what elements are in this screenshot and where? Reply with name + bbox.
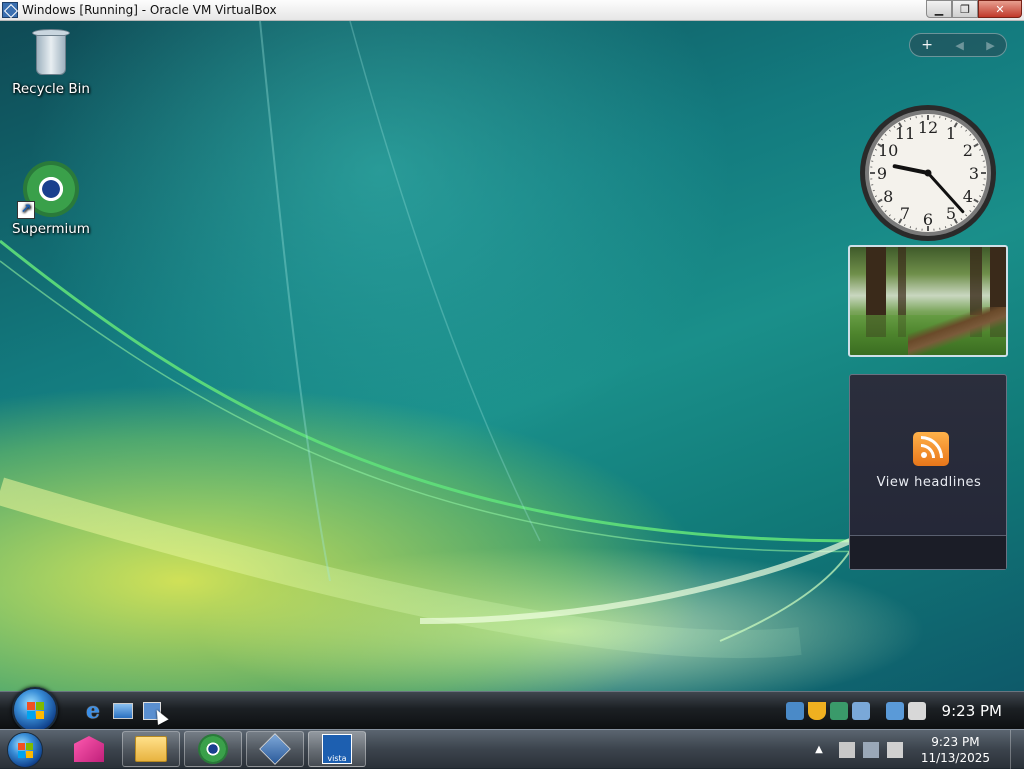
supermium-browser-icon: ↗: [23, 161, 79, 217]
start-button[interactable]: [12, 687, 58, 733]
vista-vm-icon: vista: [322, 734, 352, 764]
clock-pivot: [925, 170, 932, 177]
clock-numeral: 9: [877, 164, 887, 183]
taskbar-app-virtualbox[interactable]: [246, 731, 304, 767]
guest-clock[interactable]: 9:23 PM: [942, 702, 1002, 720]
host-system-tray: ▲ 9:23 PM 11/13/2025: [815, 730, 1024, 769]
taskbar-app-vista-vm[interactable]: vista: [308, 731, 366, 767]
clock-numeral: 2: [963, 141, 973, 160]
vm-window-titlebar[interactable]: Windows [Running] - Oracle VM VirtualBox…: [0, 0, 1024, 21]
rss-icon: [913, 432, 949, 466]
host-clock-time: 9:23 PM: [921, 734, 990, 750]
feed-footer: [850, 535, 1006, 569]
clock-numeral: 12: [918, 118, 938, 137]
taskbar-app-ribbon[interactable]: [60, 731, 118, 767]
sync-icon[interactable]: [852, 702, 870, 720]
view-headlines-link[interactable]: View headlines: [850, 475, 1008, 490]
internet-explorer-icon: e: [86, 698, 100, 724]
desktop-icon-label: Recycle Bin: [5, 81, 97, 97]
shortcut-arrow-icon: ↗: [17, 201, 35, 219]
window-title: Windows [Running] - Oracle VM VirtualBox: [22, 3, 277, 17]
clock-gadget[interactable]: 121234567891011: [848, 101, 1008, 245]
show-hidden-icons-button[interactable]: ▲: [815, 744, 823, 755]
host-start-button[interactable]: [7, 732, 43, 768]
network-status-icon[interactable]: [886, 702, 904, 720]
clock-numeral: 8: [883, 187, 893, 206]
clock-numeral: 3: [969, 164, 979, 183]
show-desktop-icon: [113, 703, 133, 719]
supermium-browser-icon: [198, 734, 228, 764]
next-gadget-page-button[interactable]: ▶: [986, 39, 994, 52]
quicklaunch-show-desktop[interactable]: [112, 700, 134, 722]
quicklaunch-internet-explorer[interactable]: e: [82, 700, 104, 722]
taskbar-app-explorer[interactable]: [122, 731, 180, 767]
virtualbox-icon: [2, 2, 18, 18]
restore-button[interactable]: ❐: [952, 0, 978, 18]
clock-face: 121234567891011: [848, 101, 1008, 245]
host-show-desktop-button[interactable]: [1010, 730, 1024, 769]
sidebar-controls: + ◀ ▶: [909, 33, 1007, 57]
recycle-bin-icon: [30, 27, 72, 77]
desktop-icon-supermium[interactable]: ↗ Supermium: [5, 161, 97, 237]
pink-ribbon-app-icon: [74, 736, 104, 762]
feed-headlines-gadget[interactable]: View headlines: [849, 374, 1007, 570]
desktop-icon-label: Supermium: [5, 221, 97, 237]
clock-numeral: 4: [963, 187, 973, 206]
host-taskbar: vista ▲ 9:23 PM 11/13/2025: [0, 729, 1024, 768]
window-controls: ▁ ❐ ✕: [926, 0, 1022, 19]
guest-taskbar: e 9:23 PM: [0, 691, 1024, 729]
minimize-button[interactable]: ▁: [926, 0, 952, 18]
clock-numeral: 10: [878, 141, 898, 160]
security-shield-icon[interactable]: [808, 702, 826, 720]
action-center-icon[interactable]: [839, 742, 855, 758]
volume-muted-icon[interactable]: [887, 742, 903, 758]
file-explorer-icon: [135, 736, 167, 762]
prev-gadget-page-button[interactable]: ◀: [955, 39, 963, 52]
virtualbox-icon: [259, 733, 291, 765]
guest-system-tray: 9:23 PM: [784, 692, 1024, 730]
guest-desktop[interactable]: Recycle Bin ↗ Supermium + ◀ ▶ 1212345678…: [0, 21, 1024, 691]
host-clock[interactable]: 9:23 PM 11/13/2025: [921, 734, 990, 766]
windows-flag-icon: [27, 702, 45, 720]
close-button[interactable]: ✕: [978, 0, 1022, 18]
windows-flag-icon: [18, 743, 33, 758]
network-icon[interactable]: [786, 702, 804, 720]
add-gadget-button[interactable]: +: [921, 37, 933, 53]
slideshow-gadget[interactable]: [848, 245, 1008, 357]
network-icon[interactable]: [863, 742, 879, 758]
volume-icon[interactable]: [908, 702, 926, 720]
clock-numeral: 11: [895, 124, 915, 143]
taskbar-app-supermium[interactable]: [184, 731, 242, 767]
desktop-icon-recycle-bin[interactable]: Recycle Bin: [5, 27, 97, 97]
vm-display-icon[interactable]: [830, 702, 848, 720]
host-clock-date: 11/13/2025: [921, 750, 990, 766]
